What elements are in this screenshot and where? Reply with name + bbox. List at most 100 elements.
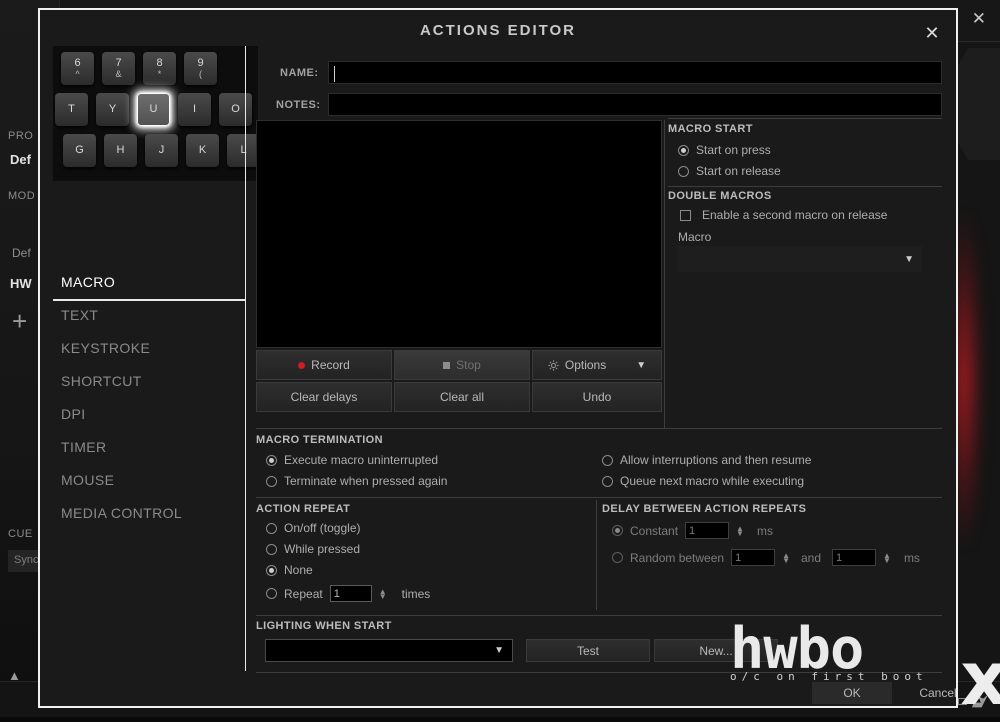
radio-start-on-press[interactable]: Start on press [678,143,771,157]
and-label: and [801,551,821,565]
radio-queue-next-macro[interactable]: Queue next macro while executing [602,474,804,488]
clear-delays-button[interactable]: Clear delays [256,382,392,412]
background-mode-default[interactable]: Def [12,246,31,260]
cancel-button[interactable]: Cancel [898,682,978,704]
chevron-down-icon: ▼ [494,645,504,656]
name-label: NAME: [280,67,319,79]
key-main: 8 [156,58,162,70]
background-mode-hw[interactable]: HW [10,276,32,291]
key-6[interactable]: 6^ [61,52,94,85]
notes-label: NOTES: [276,99,321,111]
name-input[interactable] [328,61,942,84]
radio-icon [266,523,277,534]
radio-execute-uninterrupted[interactable]: Execute macro uninterrupted [266,453,438,467]
record-button[interactable]: Record [256,350,392,380]
macro-select[interactable]: ▼ [677,246,922,272]
key-l[interactable]: L [227,134,258,167]
radio-repeat-times[interactable]: Repeat ▲▼ times [266,585,430,602]
action-type-timer[interactable]: TIMER [53,430,245,463]
key-9[interactable]: 9( [184,52,217,85]
clear-all-button[interactable]: Clear all [394,382,530,412]
key-o[interactable]: O [219,93,252,126]
radio-icon [266,544,277,555]
spinner-arrows-icon[interactable]: ▲▼ [782,553,790,563]
action-type-text[interactable]: TEXT [53,298,245,331]
random-min-input[interactable] [731,549,775,566]
notes-input[interactable] [328,93,942,116]
radio-label: Queue next macro while executing [620,474,804,488]
radio-random-delay[interactable]: Random between ▲▼ and ▲▼ ms [612,549,920,566]
stop-label: Stop [456,358,481,372]
checkbox-enable-second-macro[interactable]: Enable a second macro on release [680,208,887,222]
radio-label: Constant [630,524,678,538]
background-close-icon[interactable]: ✕ [972,10,986,27]
section-rule [256,428,942,429]
chevron-down-icon: ▼ [904,254,914,265]
radio-while-pressed[interactable]: While pressed [266,542,360,556]
double-macros-title: DOUBLE MACROS [668,190,772,202]
key-t[interactable]: T [55,93,88,126]
ok-button[interactable]: OK [812,682,892,704]
key-7[interactable]: 7& [102,52,135,85]
section-rule [668,186,942,187]
options-label: Options [565,358,606,372]
stop-button[interactable]: Stop [394,350,530,380]
background-cue-label: CUE [8,528,33,540]
spinner-arrows-icon[interactable]: ▲▼ [736,526,744,536]
radio-terminate-when-pressed-again[interactable]: Terminate when pressed again [266,474,447,488]
key-8[interactable]: 8* [143,52,176,85]
vertical-divider [596,500,597,610]
action-type-mouse[interactable]: MOUSE [53,463,245,496]
repeat-count-input[interactable] [330,585,372,602]
radio-label: Start on release [696,164,781,178]
actions-editor-dialog: ACTIONS EDITOR ✕ 6^ 7& 8* 9( T Y U I O G… [38,8,958,708]
key-main: 7 [115,58,121,70]
key-g[interactable]: G [63,134,96,167]
key-main: I [193,104,196,116]
radio-label: On/off (toggle) [284,521,361,535]
stop-square-icon [443,362,450,369]
radio-constant-delay[interactable]: Constant ▲▼ ms [612,522,773,539]
radio-allow-interruptions[interactable]: Allow interruptions and then resume [602,453,811,467]
constant-unit-label: ms [757,524,773,538]
key-j[interactable]: J [145,134,178,167]
background-mode-label: MOD [8,190,35,202]
key-k[interactable]: K [186,134,219,167]
constant-delay-input[interactable] [685,522,729,539]
undo-button[interactable]: Undo [532,382,662,412]
test-button[interactable]: Test [526,639,650,662]
radio-icon [266,455,277,466]
keyboard-preview: 6^ 7& 8* 9( T Y U I O G H J K L [53,46,258,181]
macro-recording-canvas[interactable] [256,120,662,348]
background-profile-value[interactable]: Def [10,152,31,167]
radio-label: Repeat [284,587,323,601]
radio-onoff-toggle[interactable]: On/off (toggle) [266,521,361,535]
text-cursor [334,66,335,82]
action-type-dpi[interactable]: DPI [53,397,245,430]
radio-icon [678,145,689,156]
spinner-arrows-icon[interactable]: ▲▼ [379,589,387,599]
close-icon[interactable]: ✕ [922,24,942,44]
key-i[interactable]: I [178,93,211,126]
action-type-media-control[interactable]: MEDIA CONTROL [53,496,245,529]
lighting-select[interactable]: ▼ [265,639,513,662]
macro-select-label: Macro [678,230,711,244]
radio-label: None [284,563,313,577]
options-button[interactable]: Options ▼ [532,350,662,380]
add-icon[interactable]: + [12,308,27,334]
spinner-arrows-icon[interactable]: ▲▼ [883,553,891,563]
radio-none[interactable]: None [266,563,313,577]
action-type-keystroke[interactable]: KEYSTROKE [53,331,245,364]
new-lighting-button[interactable]: New... [654,639,778,662]
key-h[interactable]: H [104,134,137,167]
action-type-shortcut[interactable]: SHORTCUT [53,364,245,397]
chevron-down-icon: ▼ [636,360,646,371]
action-type-macro[interactable]: MACRO [53,265,245,298]
delay-repeats-title: DELAY BETWEEN ACTION REPEATS [602,503,806,515]
radio-start-on-release[interactable]: Start on release [678,164,781,178]
keyboard-row: 6^ 7& 8* 9( [61,52,217,85]
random-max-input[interactable] [832,549,876,566]
key-y[interactable]: Y [96,93,129,126]
key-u-selected[interactable]: U [137,93,170,126]
checkbox-label: Enable a second macro on release [702,208,887,222]
